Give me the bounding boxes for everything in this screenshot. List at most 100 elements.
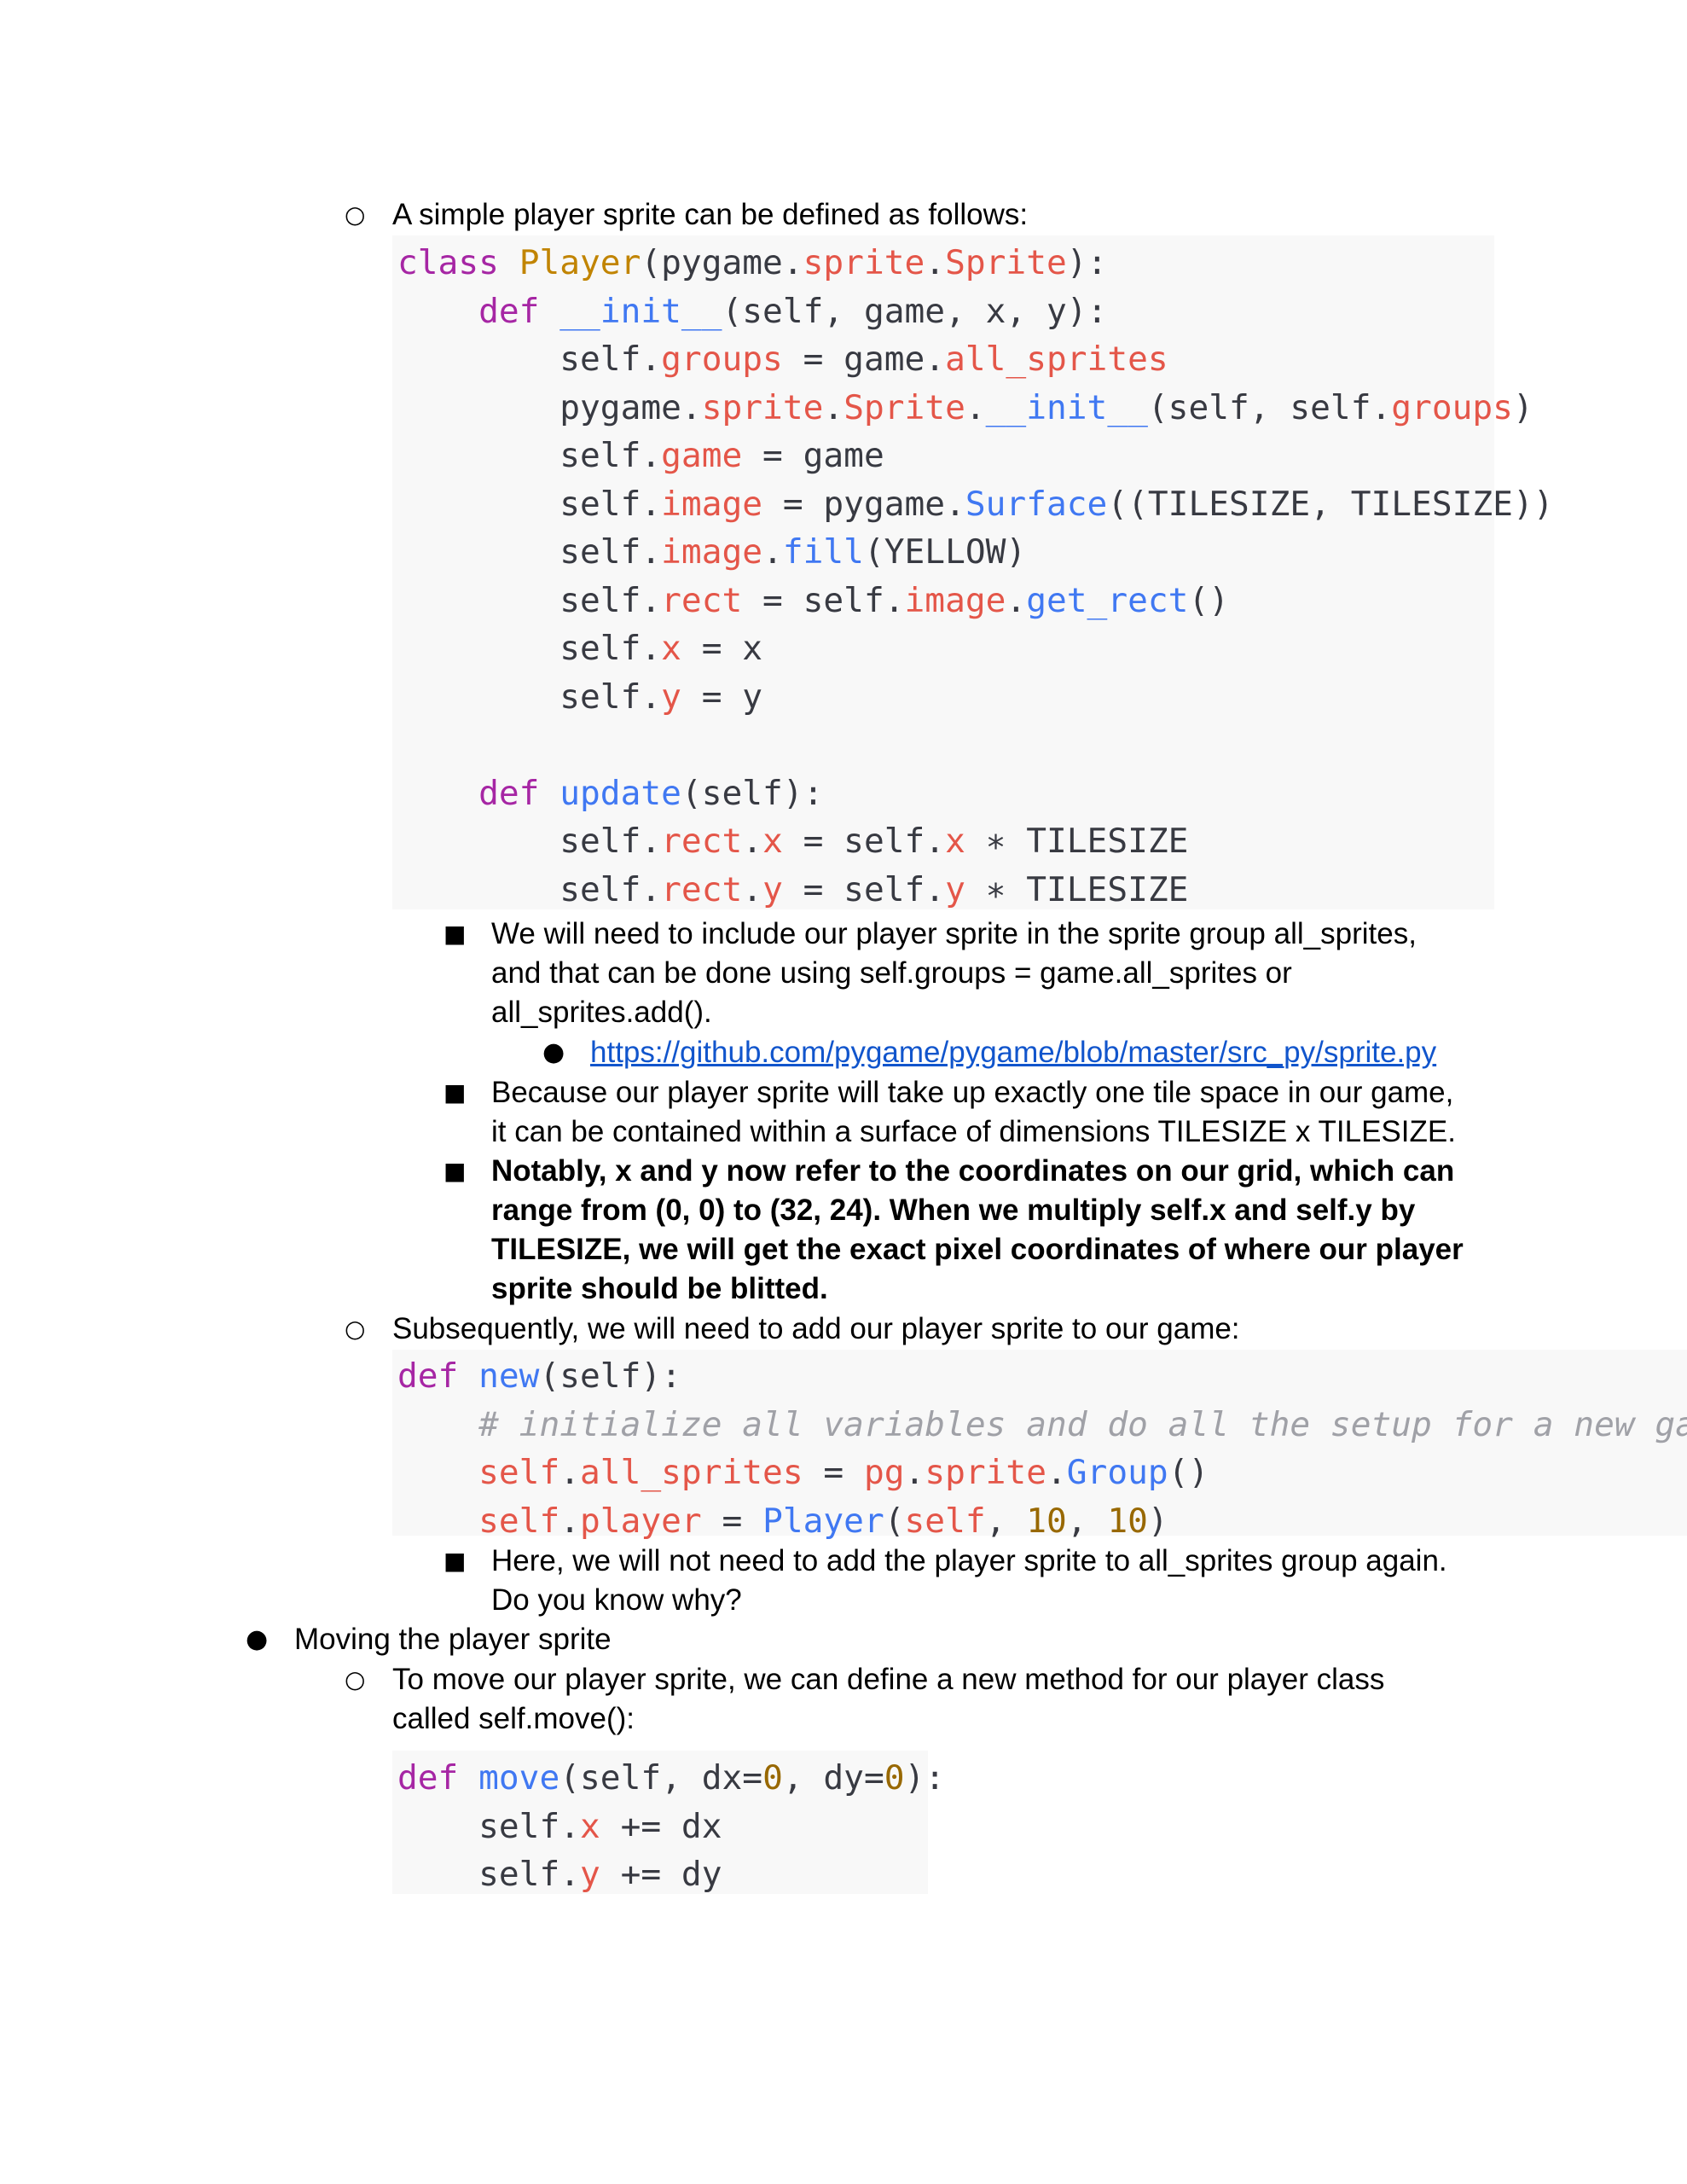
code-token: . bbox=[925, 243, 946, 282]
code-token: (self, self. bbox=[1147, 387, 1392, 427]
code-token: = game. bbox=[782, 340, 946, 379]
code-token: = bbox=[803, 1453, 864, 1492]
note-sprite-group-line-3: all_sprites.add(). bbox=[491, 996, 712, 1029]
code-token: 0 bbox=[884, 1758, 905, 1798]
note-sprite-group-line-2: and that can be done using self.groups =… bbox=[491, 956, 1292, 990]
code-token: = self. bbox=[782, 869, 946, 909]
code-token: y bbox=[762, 869, 783, 909]
code-token: . bbox=[823, 387, 844, 427]
code-token: (self): bbox=[539, 1356, 681, 1396]
note-why-line-2: Do you know why? bbox=[491, 1583, 742, 1617]
code-new-method: def new(self): # initialize all variable… bbox=[397, 1352, 1687, 1545]
code-token: __init__ bbox=[559, 291, 722, 331]
code-token: Player bbox=[762, 1501, 884, 1541]
code-token: y bbox=[580, 1855, 600, 1894]
sprite-source-link[interactable]: https://github.com/pygame/pygame/blob/ma… bbox=[590, 1033, 1436, 1072]
code-token: . bbox=[762, 532, 783, 572]
code-token: move bbox=[478, 1758, 560, 1798]
code-line: self.player = Player(self, 10, 10) bbox=[397, 1497, 1687, 1546]
code-line: def __init__(self, game, x, y): bbox=[397, 288, 1554, 336]
code-token: self. bbox=[397, 532, 662, 572]
code-token: image bbox=[904, 580, 1006, 620]
code-token: pygame. bbox=[397, 387, 702, 427]
code-token: ∗ TILESIZE bbox=[965, 822, 1189, 861]
code-line: self.game = game bbox=[397, 432, 1554, 480]
code-token: self. bbox=[397, 1855, 581, 1894]
code-token: . bbox=[742, 869, 763, 909]
code-token: (pygame. bbox=[641, 243, 803, 282]
code-token: def bbox=[397, 1758, 459, 1798]
code-token: , dy= bbox=[782, 1758, 884, 1798]
code-token: 10 bbox=[1107, 1501, 1148, 1541]
code-token: () bbox=[1188, 580, 1230, 620]
code-token: rect bbox=[661, 869, 743, 909]
code-token: new bbox=[478, 1356, 540, 1396]
code-token: sprite bbox=[701, 387, 824, 427]
code-line: self.x += dx bbox=[397, 1803, 945, 1851]
code-line: self.image = pygame.Surface((TILESIZE, T… bbox=[397, 480, 1553, 529]
code-token: groups bbox=[661, 340, 783, 379]
code-token: self. bbox=[397, 822, 662, 861]
move-text-line-2: called self.move(): bbox=[392, 1702, 635, 1735]
code-line: def update(self): bbox=[397, 770, 1554, 818]
hollow-bullet-icon: ○ bbox=[345, 1665, 366, 1693]
code-line: self.all_sprites = pg.sprite.Group() bbox=[397, 1449, 1687, 1497]
code-line: self.y = y bbox=[397, 673, 1554, 722]
code-token: Group bbox=[1066, 1453, 1168, 1492]
code-token: . bbox=[559, 1453, 581, 1492]
code-token: = y bbox=[681, 677, 763, 717]
code-token: all_sprites bbox=[580, 1453, 803, 1492]
code-token: self bbox=[478, 1501, 560, 1541]
code-line: def move(self, dx=0, dy=0): bbox=[397, 1754, 945, 1803]
code-token: ): bbox=[1066, 243, 1108, 282]
code-token: . bbox=[965, 387, 986, 427]
code-token: (self, dx= bbox=[559, 1758, 763, 1798]
code-token: 0 bbox=[762, 1758, 783, 1798]
code-token: class bbox=[397, 243, 499, 282]
code-token: (YELLOW) bbox=[863, 532, 1027, 572]
code-line: def new(self): bbox=[397, 1352, 1687, 1401]
code-token: self. bbox=[397, 580, 662, 620]
square-bullet-icon: ■ bbox=[443, 1547, 467, 1575]
moving-heading: Moving the player sprite bbox=[294, 1623, 612, 1656]
code-token: Player bbox=[519, 243, 641, 282]
code-move-method: def move(self, dx=0, dy=0): self.x += dx… bbox=[397, 1754, 945, 1899]
code-token: update bbox=[559, 773, 681, 813]
code-token: x bbox=[945, 822, 965, 861]
code-token: self. bbox=[397, 869, 662, 909]
code-token: . bbox=[1046, 1453, 1067, 1492]
code-token: player bbox=[580, 1501, 702, 1541]
code-token: . bbox=[559, 1501, 581, 1541]
code-token: . bbox=[742, 822, 763, 861]
code-line: self.x = x bbox=[397, 624, 1554, 673]
note-surface-line-2: it can be contained within a surface of … bbox=[491, 1115, 1456, 1148]
code-line: self.rect = self.image.get_rect() bbox=[397, 577, 1554, 625]
code-token: self bbox=[904, 1501, 986, 1541]
code-token: Sprite bbox=[844, 387, 965, 427]
code-token: y bbox=[945, 869, 965, 909]
code-line: class Player(pygame.sprite.Sprite): bbox=[397, 239, 1554, 288]
code-token: = self. bbox=[782, 822, 946, 861]
code-token: self. bbox=[397, 1806, 581, 1846]
code-token: image bbox=[661, 532, 763, 572]
code-token: 10 bbox=[1026, 1501, 1067, 1541]
code-player-class: class Player(pygame.sprite.Sprite): def … bbox=[397, 239, 1554, 914]
code-token: , bbox=[1066, 1501, 1108, 1541]
note-grid-line-3: TILESIZE, we will get the exact pixel co… bbox=[491, 1233, 1464, 1266]
code-line: # initialize all variables and do all th… bbox=[397, 1401, 1687, 1449]
note-grid-line-2: range from (0, 0) to (32, 24). When we m… bbox=[491, 1194, 1416, 1227]
code-token: sprite bbox=[803, 243, 925, 282]
code-token: ∗ TILESIZE bbox=[965, 869, 1189, 909]
code-token: def bbox=[397, 1356, 459, 1396]
code-token: ) bbox=[1147, 1501, 1168, 1541]
hollow-bullet-icon: ○ bbox=[345, 200, 366, 229]
subsequent-text: Subsequently, we will need to add our pl… bbox=[392, 1312, 1240, 1345]
